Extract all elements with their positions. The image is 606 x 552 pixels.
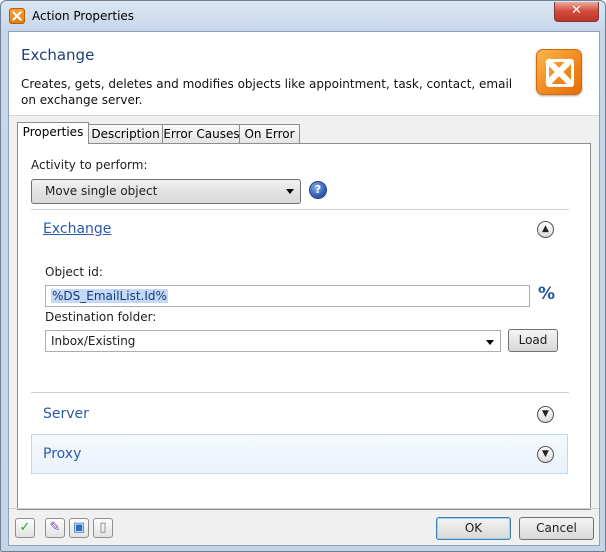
- chevron-up-icon[interactable]: ▲: [537, 221, 554, 238]
- app-icon: [9, 8, 25, 24]
- destination-folder-label: Destination folder:: [45, 310, 157, 324]
- activity-dropdown[interactable]: Move single object: [31, 179, 301, 204]
- chevron-down-icon[interactable]: ▼: [537, 446, 554, 463]
- window-title: Action Properties: [32, 9, 135, 23]
- header-area: Exchange Creates, gets, deletes and modi…: [9, 32, 599, 116]
- close-button[interactable]: ✕: [554, 2, 599, 22]
- cancel-button[interactable]: Cancel: [519, 517, 594, 540]
- header-description: Creates, gets, deletes and modifies obje…: [21, 77, 513, 107]
- object-id-input[interactable]: %DS_EmailList.Id%: [45, 285, 530, 307]
- ok-button[interactable]: OK: [436, 517, 511, 540]
- dropdown-arrow-icon: [486, 340, 494, 345]
- dialog-client: Exchange Creates, gets, deletes and modi…: [8, 31, 600, 546]
- destination-folder-dropdown[interactable]: Inbox/Existing: [45, 330, 501, 352]
- object-id-label: Object id:: [45, 265, 103, 279]
- separator: [31, 392, 569, 393]
- title-bar[interactable]: Action Properties ✕: [1, 1, 605, 31]
- tab-error-causes[interactable]: Error Causes: [162, 124, 241, 143]
- new-document-icon[interactable]: ▯: [93, 518, 113, 538]
- section-proxy-header[interactable]: Proxy ▼: [31, 434, 568, 474]
- edit-icon[interactable]: ✎: [45, 518, 65, 538]
- apply-icon[interactable]: ▣: [69, 518, 89, 538]
- object-id-value: %DS_EmailList.Id%: [51, 289, 168, 303]
- chevron-down-icon[interactable]: ▼: [537, 406, 554, 423]
- properties-panel: Activity to perform: Move single object …: [17, 143, 591, 510]
- help-icon[interactable]: ?: [310, 182, 326, 198]
- destination-folder-value: Inbox/Existing: [51, 334, 136, 348]
- checkmark-icon[interactable]: ✓: [15, 518, 35, 538]
- tab-on-error[interactable]: On Error: [239, 124, 300, 143]
- load-button[interactable]: Load: [508, 329, 558, 352]
- variable-picker-icon[interactable]: %: [538, 284, 555, 304]
- tab-properties[interactable]: Properties: [17, 122, 89, 144]
- activity-value: Move single object: [45, 184, 158, 198]
- dialog-window: Action Properties ✕ Exchange Creates, ge…: [0, 0, 606, 552]
- dropdown-arrow-icon: [286, 189, 294, 194]
- section-server-title[interactable]: Server: [43, 406, 89, 422]
- activity-label: Activity to perform:: [31, 158, 148, 172]
- separator: [31, 209, 569, 210]
- footer-separator: [9, 508, 599, 509]
- section-exchange-title[interactable]: Exchange: [43, 221, 111, 237]
- header-title: Exchange: [21, 46, 95, 64]
- exchange-logo-icon: [536, 49, 582, 95]
- section-proxy-title[interactable]: Proxy: [43, 446, 81, 462]
- tab-description[interactable]: Description: [87, 124, 164, 143]
